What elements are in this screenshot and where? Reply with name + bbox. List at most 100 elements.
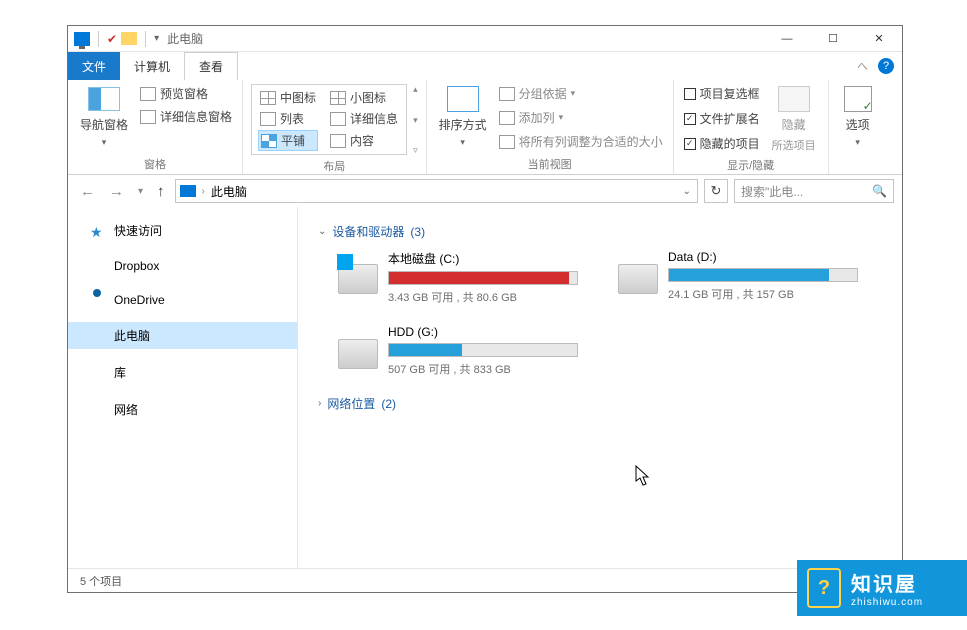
search-placeholder: 搜索"此电... <box>741 183 803 200</box>
ribbon-tabs: 文件 计算机 查看 へ ? <box>68 52 902 80</box>
drive-name: Data (D:) <box>668 250 858 264</box>
search-icon: 🔍 <box>872 184 887 198</box>
tab-view[interactable]: 查看 <box>184 52 238 80</box>
ribbon-group-current-view: 排序方式 ▾ 分组依据 ▾ 添加列 ▾ 将所有列调整为合适的大小 当前视图 <box>427 80 674 174</box>
checkbox-item-checkboxes[interactable]: 项目复选框 <box>682 84 762 103</box>
ribbon-group-layout: 中图标 小图标 列表 详细信息 平铺 内容 ▴ ▾ ▿ 布局 <box>243 80 427 174</box>
watermark-icon: ? <box>807 568 841 608</box>
sidebar-item-dropbox[interactable]: Dropbox <box>68 254 297 278</box>
size-columns-button[interactable]: 将所有列调整为合适的大小 <box>497 132 665 151</box>
close-button[interactable]: ✕ <box>856 26 902 52</box>
layout-small[interactable]: 小图标 <box>328 88 400 107</box>
sidebar-item-onedrive[interactable]: OneDrive <box>68 288 297 312</box>
layout-scroll-down[interactable]: ▾ <box>413 115 418 126</box>
layout-details[interactable]: 详细信息 <box>328 109 400 128</box>
layout-medium[interactable]: 中图标 <box>258 88 318 107</box>
sidebar-item-network[interactable]: 网络 <box>68 396 297 423</box>
chevron-down-icon: ▾ <box>855 137 860 148</box>
group-network-header[interactable]: › 网络位置 (2) <box>318 395 882 412</box>
layout-list[interactable]: 列表 <box>258 109 318 128</box>
drive-item[interactable]: HDD (G:) 507 GB 可用 , 共 833 GB <box>338 325 578 377</box>
layout-expand[interactable]: ▿ <box>413 145 418 156</box>
tiles-icon <box>261 134 277 148</box>
titlebar: ✔ ▾ 此电脑 — ☐ ✕ <box>68 26 902 52</box>
window-controls: — ☐ ✕ <box>764 26 902 52</box>
checkbox-icon <box>684 113 696 125</box>
address-bar[interactable]: › 此电脑 ⌄ <box>175 179 698 203</box>
refresh-button[interactable]: ↻ <box>704 179 728 203</box>
nav-pane-label: 导航窗格 <box>80 116 128 133</box>
forward-button[interactable]: → <box>105 183 128 200</box>
hide-icon <box>778 86 810 112</box>
tab-file[interactable]: 文件 <box>68 52 120 80</box>
collapse-ribbon-icon[interactable]: へ <box>857 58 868 74</box>
sort-button[interactable]: 排序方式 ▾ <box>435 84 491 150</box>
minimize-button[interactable]: — <box>764 26 810 52</box>
window-title: 此电脑 <box>167 30 203 47</box>
help-icon[interactable]: ? <box>878 58 894 74</box>
chevron-right-icon: › <box>318 398 321 409</box>
size-columns-icon <box>499 135 515 149</box>
group-devices-header[interactable]: ⌄ 设备和驱动器 (3) <box>318 223 882 240</box>
drive-name: HDD (G:) <box>388 325 578 339</box>
drive-name: 本地磁盘 (C:) <box>388 250 578 267</box>
group-network-label: 网络位置 <box>327 395 375 412</box>
address-dropdown-icon[interactable]: ⌄ <box>677 186 697 197</box>
app-icon <box>74 32 90 46</box>
pc-icon <box>180 185 196 197</box>
recent-dropdown-icon[interactable]: ▾ <box>134 186 147 197</box>
status-item-count: 5 个项目 <box>80 573 122 589</box>
qat-folder-icon[interactable] <box>121 32 137 45</box>
group-by-button[interactable]: 分组依据 ▾ <box>497 84 665 103</box>
sidebar-item-quick-access[interactable]: ★快速访问 <box>68 217 297 244</box>
chevron-down-icon: ▾ <box>460 137 465 148</box>
drives-container: 本地磁盘 (C:) 3.43 GB 可用 , 共 80.6 GB Data (D:)… <box>338 250 882 377</box>
ribbon-group-options: 选项 ▾ <box>829 80 887 174</box>
medium-icons-icon <box>260 91 276 105</box>
drive-icon <box>338 339 378 369</box>
sidebar-item-libraries[interactable]: 库 <box>68 359 297 386</box>
sidebar-item-this-pc[interactable]: 此电脑 <box>68 322 297 349</box>
options-button[interactable]: 选项 ▾ <box>837 84 879 150</box>
layout-content[interactable]: 内容 <box>328 130 400 151</box>
group-label-show-hide: 显示/隐藏 <box>682 155 820 173</box>
group-devices-count: (3) <box>410 225 425 239</box>
drive-free-text: 3.43 GB 可用 , 共 80.6 GB <box>388 289 578 305</box>
drive-free-text: 507 GB 可用 , 共 833 GB <box>388 361 578 377</box>
ribbon-group-panes: 导航窗格 ▾ 预览窗格 详细信息窗格 窗格 <box>68 80 243 174</box>
details-icon <box>330 112 346 126</box>
content-icon <box>330 134 346 148</box>
back-button[interactable]: ← <box>76 183 99 200</box>
options-icon <box>844 86 872 112</box>
group-label-panes: 窗格 <box>76 154 234 172</box>
hide-selected-button[interactable]: 隐藏 所选项目 <box>768 84 820 155</box>
drive-item[interactable]: 本地磁盘 (C:) 3.43 GB 可用 , 共 80.6 GB <box>338 250 578 305</box>
layout-scroll-up[interactable]: ▴ <box>413 84 418 95</box>
drive-free-text: 24.1 GB 可用 , 共 157 GB <box>668 286 858 302</box>
qat: ✔ ▾ <box>68 31 159 47</box>
qat-divider <box>145 31 146 47</box>
group-network-count: (2) <box>381 397 396 411</box>
breadcrumb-location[interactable]: 此电脑 <box>211 183 247 200</box>
add-columns-icon <box>499 111 515 125</box>
watermark: ? 知识屋 zhishiwu.com <box>797 560 967 616</box>
breadcrumb-sep-icon[interactable]: › <box>202 186 205 197</box>
drive-item[interactable]: Data (D:) 24.1 GB 可用 , 共 157 GB <box>618 250 858 305</box>
checkbox-hidden-items[interactable]: 隐藏的项目 <box>682 134 762 153</box>
preview-pane-button[interactable]: 预览窗格 <box>138 84 234 103</box>
qat-check-icon[interactable]: ✔ <box>107 32 117 46</box>
nav-pane-button[interactable]: 导航窗格 ▾ <box>76 84 132 150</box>
layout-tiles[interactable]: 平铺 <box>258 130 318 151</box>
watermark-url: zhishiwu.com <box>851 597 923 608</box>
qat-dropdown-icon[interactable]: ▾ <box>154 33 159 44</box>
watermark-title: 知识屋 <box>851 568 923 597</box>
maximize-button[interactable]: ☐ <box>810 26 856 52</box>
checkbox-extensions[interactable]: 文件扩展名 <box>682 109 762 128</box>
add-columns-button[interactable]: 添加列 ▾ <box>497 108 665 127</box>
details-pane-button[interactable]: 详细信息窗格 <box>138 107 234 126</box>
search-input[interactable]: 搜索"此电... 🔍 <box>734 179 894 203</box>
address-row: ← → ▾ ↑ › 此电脑 ⌄ ↻ 搜索"此电... 🔍 <box>68 175 902 207</box>
sort-icon <box>447 86 479 112</box>
up-button[interactable]: ↑ <box>153 183 169 200</box>
tab-computer[interactable]: 计算机 <box>120 52 184 80</box>
